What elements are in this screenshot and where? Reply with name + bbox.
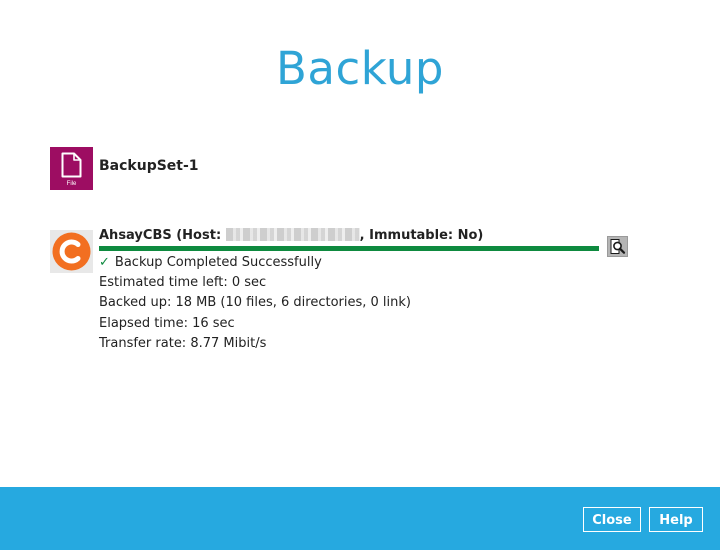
destination-icon [50,230,93,273]
backup-status-text: Backup Completed Successfully [114,255,322,270]
elapsed-time: Elapsed time: 16 sec [99,316,235,331]
page-title: Backup [276,42,444,95]
backup-progress-fill [99,246,599,251]
help-button[interactable]: Help [649,507,703,532]
magnifier-document-icon [610,239,626,254]
file-icon-label: File [66,181,77,187]
redacted-host [225,228,360,241]
estimated-time-left: Estimated time left: 0 sec [99,275,267,290]
ahsay-cbs-logo-icon [52,232,91,271]
view-details-button[interactable] [607,236,628,257]
backup-progress-bar [99,246,599,251]
backup-set-file-icon: File [50,147,93,190]
destination-name-suffix: , Immutable: No) [359,228,484,243]
close-button[interactable]: Close [583,507,641,532]
transfer-rate: Transfer rate: 8.77 Mibit/s [99,336,267,351]
backup-status: ✓ Backup Completed Successfully [99,255,322,270]
backed-up-summary: Backed up: 18 MB (10 files, 6 directorie… [99,295,411,310]
footer-bar: Close Help [0,487,720,550]
backup-set-name: BackupSet-1 [99,158,199,174]
check-icon: ✓ [99,255,110,270]
file-icon [61,152,82,178]
destination-name: AhsayCBS (Host: , Immutable: No) [99,228,483,243]
destination-name-prefix: AhsayCBS (Host: [99,228,226,243]
